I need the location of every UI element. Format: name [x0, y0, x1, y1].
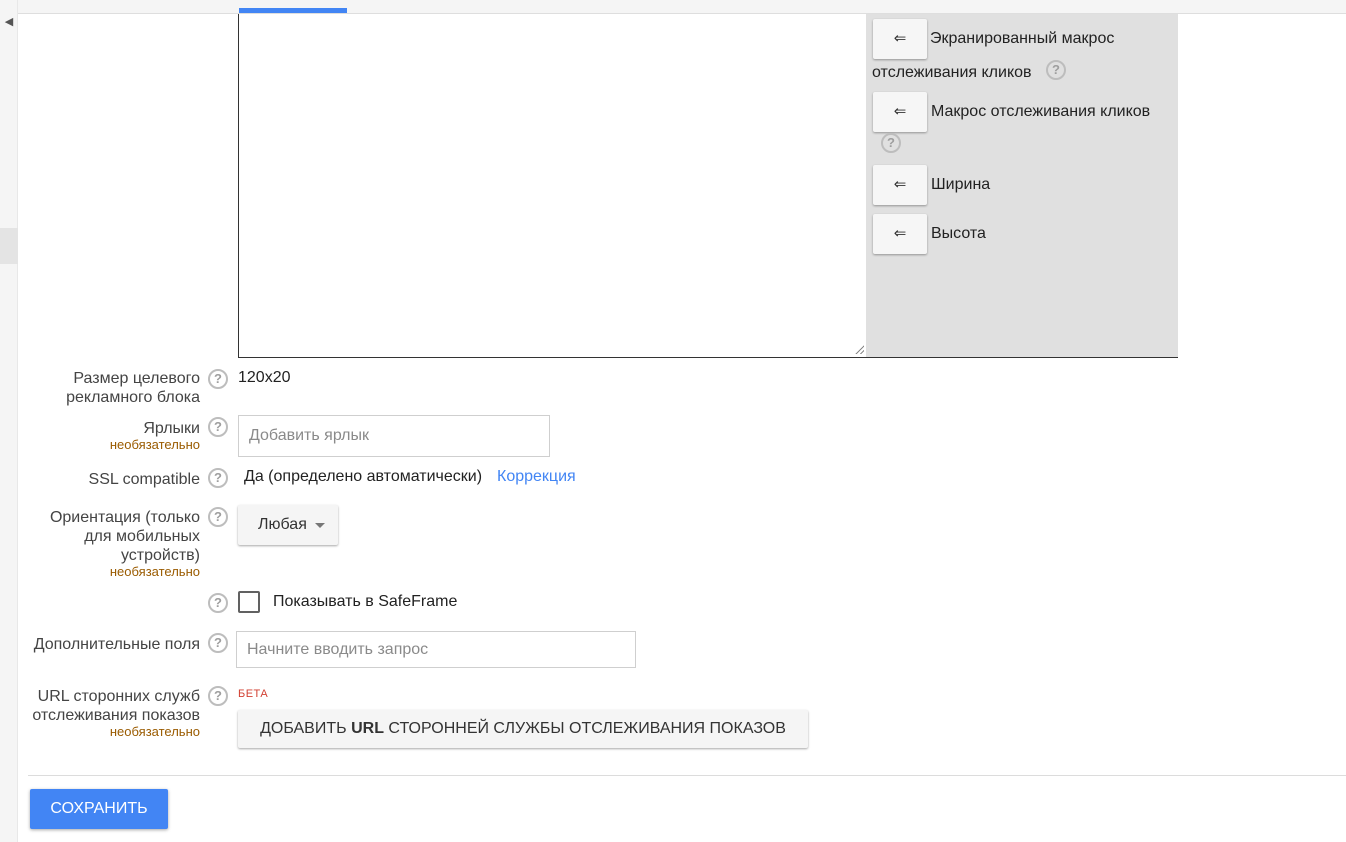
ssl-help-icon[interactable]: ?	[208, 468, 228, 488]
tracking-urls-help-icon[interactable]: ?	[208, 686, 228, 706]
resize-handle-icon[interactable]	[855, 345, 864, 354]
escaped-macro-line-1: Экранированный макрос	[930, 30, 1115, 47]
tracking-urls-label-text: URL сторонних служб отслеживания показов	[32, 688, 200, 724]
orientation-selected: Любая	[258, 516, 307, 533]
insert-escaped-click-macro-button[interactable]: ⇐	[873, 19, 927, 59]
extra-fields-input[interactable]	[236, 631, 636, 668]
insert-height-macro-button[interactable]: ⇐	[873, 214, 927, 254]
insert-click-macro-button[interactable]: ⇐	[873, 92, 927, 132]
tracking-urls-label: URL сторонних служб отслеживания показов…	[20, 687, 200, 739]
safeframe-checkbox[interactable]	[238, 591, 260, 613]
labels-label: Ярлыки необязательно	[20, 419, 200, 452]
rail-active-marker	[0, 228, 18, 264]
safeframe-help-icon[interactable]: ?	[208, 593, 228, 613]
orientation-label-text: Ориентация (только для мобильных устройс…	[49, 509, 200, 564]
add-url-bold: URL	[351, 720, 384, 737]
code-snippet-textarea[interactable]	[239, 14, 866, 357]
add-tracking-url-button[interactable]: ДОБАВИТЬ URL СТОРОННЕЙ СЛУЖБЫ ОТСЛЕЖИВАН…	[238, 710, 808, 748]
labels-optional: необязательно	[109, 437, 200, 452]
tab-strip	[18, 0, 1346, 14]
orientation-optional: необязательно	[109, 564, 200, 579]
safeframe-label: Показывать в SafeFrame	[273, 593, 458, 610]
click-macro-help-icon[interactable]: ?	[881, 133, 901, 153]
left-rail: ◀	[0, 0, 18, 842]
tracking-urls-optional: необязательно	[109, 724, 200, 739]
target-size-value: 120x20	[238, 369, 291, 386]
labels-label-text: Ярлыки	[143, 420, 200, 437]
orientation-help-icon[interactable]: ?	[208, 507, 228, 527]
add-url-post: СТОРОННЕЙ СЛУЖБЫ ОТСЛЕЖИВАНИЯ ПОКАЗОВ	[383, 720, 786, 737]
target-size-label: Размер целевого рекламного блока	[66, 370, 200, 406]
ssl-correction-link[interactable]: Коррекция	[497, 468, 576, 486]
ssl-label: SSL compatible	[88, 471, 200, 488]
escaped-macro-line-2: отслеживания кликов	[872, 64, 1032, 81]
click-macro-label: Макрос отслеживания кликов	[931, 103, 1151, 120]
form-divider	[28, 775, 1346, 776]
labels-help-icon[interactable]: ?	[208, 417, 228, 437]
chevron-down-icon	[315, 523, 325, 528]
ssl-value: Да (определено автоматически)	[244, 468, 483, 485]
collapse-left-icon[interactable]: ◀	[0, 12, 18, 32]
extra-fields-help-icon[interactable]: ?	[208, 633, 228, 653]
insert-width-macro-button[interactable]: ⇐	[873, 165, 927, 205]
width-macro-label: Ширина	[931, 176, 991, 193]
height-macro-label: Высота	[931, 225, 986, 242]
extra-fields-label: Дополнительные поля	[33, 636, 200, 653]
escaped-click-macro-label-line1: Экранированный макрос отслеживания кликов	[872, 29, 1115, 83]
orientation-dropdown[interactable]: Любая	[238, 505, 338, 545]
orientation-label: Ориентация (только для мобильных устройс…	[20, 508, 200, 579]
target-size-help-icon[interactable]: ?	[208, 369, 228, 389]
active-tab-indicator	[239, 8, 347, 13]
add-url-pre: ДОБАВИТЬ	[260, 720, 352, 737]
labels-input[interactable]	[238, 415, 550, 457]
save-button[interactable]: СОХРАНИТЬ	[30, 789, 168, 829]
beta-badge: БЕТА	[238, 688, 269, 700]
